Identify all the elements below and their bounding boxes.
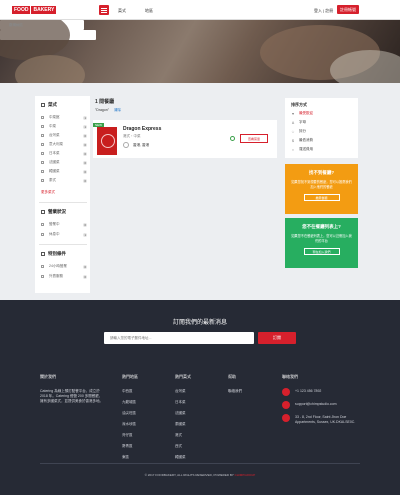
filter-option[interactable]: 24小時營業 0 — [41, 264, 87, 269]
newsletter-email-input[interactable]: 請輸入您的電子郵件地址... — [104, 332, 254, 344]
subscribe-button[interactable]: 訂閱 — [258, 332, 296, 344]
menu-button[interactable] — [99, 5, 109, 15]
nav-cuisine[interactable]: 菜式 — [118, 8, 126, 14]
filter-option[interactable]: 泰式 0 — [41, 178, 87, 183]
register-button[interactable]: 註冊帳號 — [337, 5, 359, 14]
list-icon — [41, 103, 45, 107]
login-link[interactable]: 登入 | 註冊 — [314, 8, 333, 14]
filter-option[interactable]: 中菜館 1 — [41, 115, 87, 120]
sort-title: 排序方式 — [291, 102, 307, 107]
top-header: FOOD BAKERY 菜式 地區 登入 | 註冊 註冊帳號 — [0, 0, 400, 20]
promo-desc: 如果您不在餐廳列表上，您可以註冊加入我們的平台 — [291, 234, 352, 243]
promo-title: 您不在餐廳列表上? — [302, 224, 341, 229]
filter-option[interactable]: 法國菜 0 — [41, 160, 87, 165]
promo-desc: 如果您找不到想要的餐廳，您可以推薦我們加入他們的餐廳 — [291, 180, 352, 189]
footer-areas: 熱門地區 中西區 九龍城區 油尖旺區 深水埗區 灣仔區 葵青區 東區 — [122, 374, 138, 460]
filter-sidebar: 菜式 中菜館 1 中菜 1 台灣菜 0 意大利菜 0 日本菜 0 法國菜 0 韓國菜 0 泰式… — [35, 96, 90, 293]
restaurant-logo[interactable] — [97, 127, 117, 155]
sort-option[interactable]: ▪ 運送費用 — [291, 147, 313, 152]
star-icon — [41, 252, 45, 256]
footer-link[interactable]: 西式 — [175, 444, 191, 449]
footer-link[interactable]: 泰國菜 — [175, 422, 191, 427]
more-cuisines-link[interactable]: 更多菜式 — [41, 190, 55, 195]
heart-icon: ♥ — [291, 111, 295, 116]
filter-option[interactable]: 休息中 1 — [41, 232, 87, 237]
filter-option[interactable]: 韓國菜 0 — [41, 169, 87, 174]
contact-email[interactable]: support@chimpstudio.com — [295, 402, 337, 407]
footer-link[interactable]: 韓國菜 — [175, 455, 191, 460]
footer-cuisines: 熱門菜式 台灣菜 日本菜 法國菜 泰國菜 港式 西式 韓國菜 — [175, 374, 191, 460]
footer-link[interactable]: 法國菜 — [175, 411, 191, 416]
promo-title: 找不到餐廳? — [308, 170, 335, 175]
mail-icon — [282, 401, 290, 409]
footer-link[interactable]: 油尖旺區 — [122, 411, 138, 416]
view-menu-button[interactable]: 查看菜單 — [240, 134, 268, 143]
footer-link[interactable]: 深水埗區 — [122, 422, 138, 427]
footer-help: 幫助 聯絡我們 — [228, 374, 242, 394]
heart-icon[interactable] — [230, 136, 235, 141]
copyright: © 2017 FOODBAKERY, ALL RIGHTS RESERVED, … — [144, 473, 256, 477]
sort-option[interactable]: ♥ 最受歡迎 — [291, 111, 313, 116]
sort-option[interactable]: A 字母 — [291, 120, 306, 125]
truck-icon: ▪ — [292, 147, 294, 152]
hero-banner: Dragon 選擇地區 — [0, 20, 400, 83]
footer-link[interactable]: 東區 — [122, 455, 138, 460]
filter-option[interactable]: 台灣菜 0 — [41, 133, 87, 138]
footer-link[interactable]: 中西區 — [122, 389, 138, 394]
filter-option[interactable]: 意大利菜 0 — [41, 142, 87, 147]
sort-panel: 排序方式 ♥ 最受歡迎 A 字母 ☆ 評分 $ 最低消費 ▪ 運送費用 — [285, 98, 358, 158]
footer-link[interactable]: 日本菜 — [175, 400, 191, 405]
logo-text-bakery: BAKERY — [31, 6, 57, 14]
contact-phone[interactable]: +1 123 456 7892 — [295, 389, 321, 394]
sort-option[interactable]: $ 最低消費 — [291, 138, 313, 143]
dollar-icon: $ — [292, 138, 294, 143]
filter-option[interactable]: 日本菜 0 — [41, 151, 87, 156]
sort-option[interactable]: ☆ 評分 — [291, 129, 306, 134]
join-restaurant-box: 您不在餐廳列表上? 如果您不在餐廳列表上，您可以註冊加入我們的平台 現在加入我們 — [285, 218, 358, 268]
sort-alpha-icon: A — [291, 120, 295, 125]
footer-link[interactable]: 聯絡我們 — [228, 389, 242, 394]
cuisine-filter-title: 菜式 — [41, 102, 57, 108]
suggest-restaurant-box: 找不到餐廳? 如果您找不到想要的餐廳，您可以推薦我們加入他們的餐廳 推薦餐廳 — [285, 164, 358, 214]
feature-filter-title: 特別條件 — [41, 251, 66, 257]
results-count: 1 間餐廳 — [95, 99, 115, 105]
logo-text-food: FOOD — [12, 6, 31, 14]
star-icon: ☆ — [291, 129, 295, 134]
filter-option[interactable]: 外賣服務 0 — [41, 274, 87, 279]
footer-link[interactable]: 港式 — [175, 433, 191, 438]
footer-link[interactable]: 台灣菜 — [175, 389, 191, 394]
rating-icon — [123, 142, 129, 148]
restaurant-cuisine: 港式・中菜 — [123, 134, 141, 138]
footer-link[interactable]: 灣仔區 — [122, 433, 138, 438]
status-filter-title: 營業狀況 — [41, 209, 66, 215]
location-icon — [282, 414, 290, 422]
phone-icon — [282, 388, 290, 396]
newsletter-title: 訂閱我們的最新消息 — [172, 320, 227, 326]
restaurant-location: 香港, 香港 — [123, 142, 149, 148]
clear-filter-link[interactable]: 清除 — [114, 108, 121, 112]
powered-by-link[interactable]: CHIMPGROUP — [235, 473, 256, 477]
clock-icon — [41, 210, 45, 214]
site-logo[interactable]: FOOD BAKERY — [12, 6, 57, 14]
filter-option[interactable]: 營業中 0 — [41, 222, 87, 227]
footer: 訂閱我們的最新消息 請輸入您的電子郵件地址... 訂閱 關於我們 Caterin… — [0, 300, 400, 495]
join-button[interactable]: 現在加入我們 — [303, 248, 340, 255]
restaurant-name[interactable]: Dragon Express — [123, 126, 161, 132]
footer-about: 關於我們 Catering 為線上預訂點餐平台，成立於2018 年。Cateri… — [40, 374, 103, 403]
active-query: "Dragon" 清除 — [95, 108, 121, 112]
footer-link[interactable]: 九龍城區 — [122, 400, 138, 405]
nav-area[interactable]: 地區 — [145, 8, 153, 14]
footer-contact: 聯絡我們 +1 123 456 7892 support@chimpstudio… — [282, 374, 360, 431]
contact-address: 33 - 8, 2nd Floor, Saint Jhon Doe Appart… — [295, 415, 356, 424]
restaurant-card[interactable]: NEW Dragon Express 港式・中菜 香港, 香港 查看菜單 — [93, 120, 277, 158]
footer-link[interactable]: 葵青區 — [122, 444, 138, 449]
filter-option[interactable]: 中菜 1 — [41, 124, 87, 129]
suggest-button[interactable]: 推薦餐廳 — [303, 194, 340, 201]
